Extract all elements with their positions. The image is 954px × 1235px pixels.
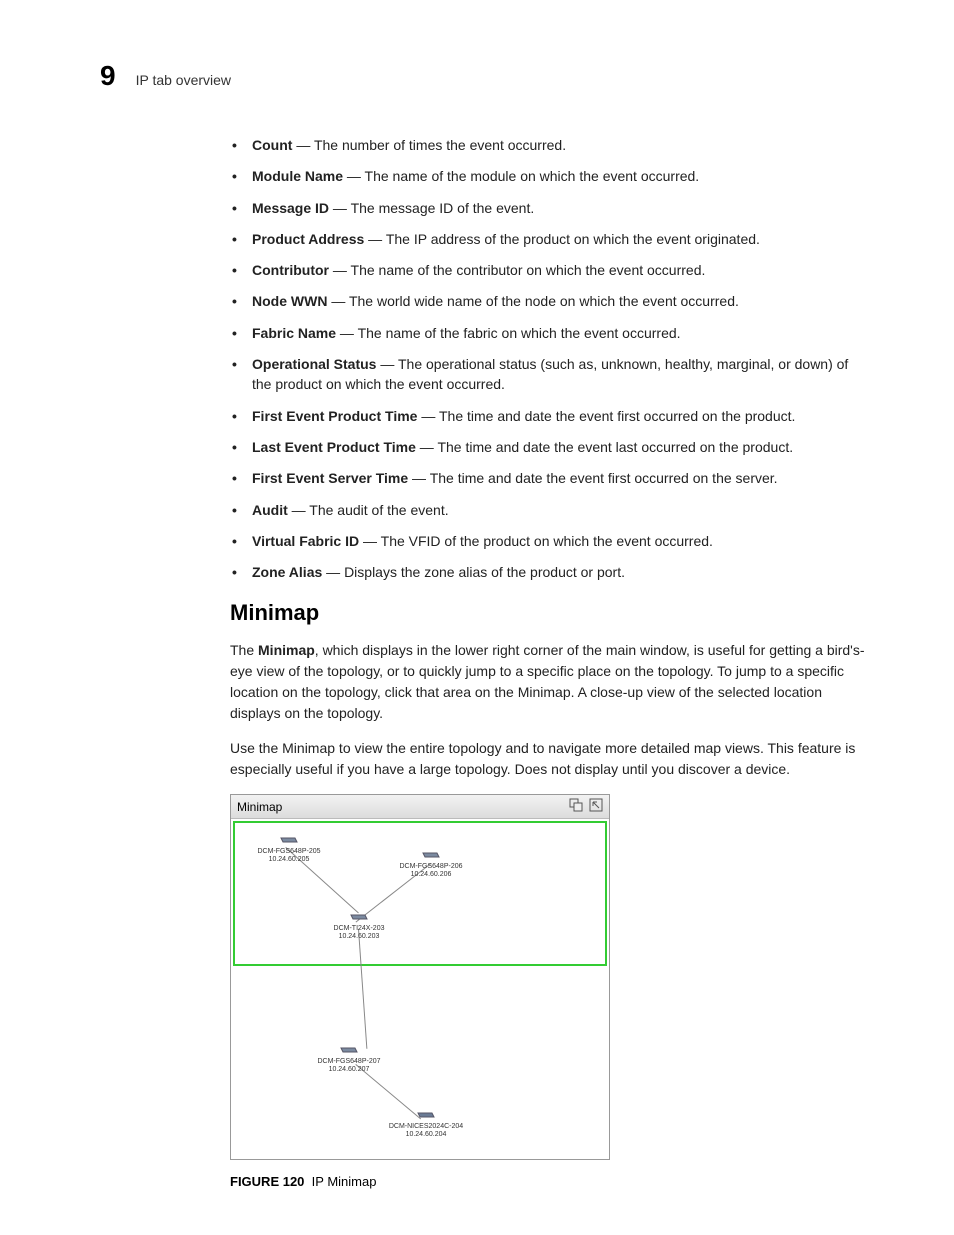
- desc: The world wide name of the node on which…: [349, 293, 739, 309]
- desc: The audit of the event.: [309, 502, 448, 518]
- topology-node[interactable]: DCM-FGS648P-205 10.24.60.205: [249, 834, 329, 863]
- cascade-icon[interactable]: [569, 798, 583, 815]
- term: Message ID: [252, 200, 329, 216]
- minimap-canvas[interactable]: DCM-FGS648P-205 10.24.60.205 DCM-FGS648P…: [231, 819, 609, 1159]
- term: First Event Product Time: [252, 408, 417, 424]
- list-item: Operational Status — The operational sta…: [252, 354, 870, 395]
- term: Count: [252, 137, 292, 153]
- text: , which displays in the lower right corn…: [230, 642, 865, 721]
- term: Module Name: [252, 168, 343, 184]
- term: Product Address: [252, 231, 364, 247]
- desc: The message ID of the event.: [351, 200, 535, 216]
- switch-icon: [339, 1044, 359, 1056]
- list-item: Module Name — The name of the module on …: [252, 166, 870, 186]
- term: Audit: [252, 502, 288, 518]
- minimap-titlebar: Minimap: [231, 795, 609, 819]
- page-content: Count — The number of times the event oc…: [230, 135, 870, 1189]
- desc: The VFID of the product on which the eve…: [381, 533, 713, 549]
- desc: The name of the fabric on which the even…: [358, 325, 681, 341]
- figure: Minimap: [230, 794, 870, 1189]
- topology-node[interactable]: DCM-FGS648P-206 10.24.60.206: [391, 849, 471, 878]
- node-name: DCM-FGS648P-206: [391, 863, 471, 871]
- desc: The time and date the event first occurr…: [430, 470, 778, 486]
- switch-icon: [279, 834, 299, 846]
- figure-caption: FIGURE 120 IP Minimap: [230, 1174, 870, 1189]
- list-item: Contributor — The name of the contributo…: [252, 260, 870, 280]
- switch-icon: [421, 849, 441, 861]
- desc: Displays the zone alias of the product o…: [344, 564, 625, 580]
- list-item: Node WWN — The world wide name of the no…: [252, 291, 870, 311]
- term: Virtual Fabric ID: [252, 533, 359, 549]
- list-item: Count — The number of times the event oc…: [252, 135, 870, 155]
- node-ip: 10.24.60.203: [319, 933, 399, 941]
- node-name: DCM-TI24X-203: [319, 925, 399, 933]
- paragraph: Use the Minimap to view the entire topol…: [230, 738, 870, 780]
- desc: The name of the contributor on which the…: [351, 262, 706, 278]
- text: The: [230, 642, 258, 658]
- section-heading: Minimap: [230, 600, 870, 626]
- node-ip: 10.24.60.205: [249, 856, 329, 864]
- list-item: Product Address — The IP address of the …: [252, 229, 870, 249]
- topology-node[interactable]: DCM-TI24X-203 10.24.60.203: [319, 911, 399, 940]
- desc: The number of times the event occurred.: [314, 137, 566, 153]
- header-title: IP tab overview: [136, 72, 231, 88]
- switch-icon: [349, 911, 369, 923]
- minimap-title: Minimap: [237, 800, 282, 814]
- list-item: First Event Server Time — The time and d…: [252, 468, 870, 488]
- list-item: Audit — The audit of the event.: [252, 500, 870, 520]
- list-item: Last Event Product Time — The time and d…: [252, 437, 870, 457]
- restore-icon[interactable]: [589, 798, 603, 815]
- term: Node WWN: [252, 293, 327, 309]
- desc: The time and date the event last occurre…: [437, 439, 793, 455]
- list-item: Message ID — The message ID of the event…: [252, 198, 870, 218]
- list-item: Virtual Fabric ID — The VFID of the prod…: [252, 531, 870, 551]
- term: First Event Server Time: [252, 470, 408, 486]
- node-name: DCM-FGS648P-207: [309, 1058, 389, 1066]
- chapter-number: 9: [100, 60, 116, 92]
- paragraph: The Minimap, which displays in the lower…: [230, 640, 870, 724]
- node-ip: 10.24.60.204: [381, 1131, 471, 1139]
- node-ip: 10.24.60.207: [309, 1066, 389, 1074]
- node-name: DCM-NICES2024C-204: [381, 1123, 471, 1131]
- figure-number: FIGURE 120: [230, 1174, 304, 1189]
- term: Operational Status: [252, 356, 376, 372]
- desc: The name of the module on which the even…: [365, 168, 700, 184]
- list-item: Zone Alias — Displays the zone alias of …: [252, 562, 870, 582]
- node-name: DCM-FGS648P-205: [249, 848, 329, 856]
- minimap-toolbar: [569, 798, 603, 815]
- topology-node[interactable]: DCM-NICES2024C-204 10.24.60.204: [381, 1109, 471, 1138]
- figure-title: IP Minimap: [312, 1174, 377, 1189]
- topology-node[interactable]: DCM-FGS648P-207 10.24.60.207: [309, 1044, 389, 1073]
- bold-term: Minimap: [258, 642, 315, 658]
- node-ip: 10.24.60.206: [391, 871, 471, 879]
- list-item: First Event Product Time — The time and …: [252, 406, 870, 426]
- desc: The IP address of the product on which t…: [386, 231, 760, 247]
- term: Zone Alias: [252, 564, 322, 580]
- term: Last Event Product Time: [252, 439, 416, 455]
- definition-list: Count — The number of times the event oc…: [230, 135, 870, 582]
- term: Contributor: [252, 262, 329, 278]
- switch-icon: [416, 1109, 436, 1121]
- minimap-panel: Minimap: [230, 794, 610, 1160]
- page-header: 9 IP tab overview: [100, 60, 231, 92]
- list-item: Fabric Name — The name of the fabric on …: [252, 323, 870, 343]
- desc: The time and date the event first occurr…: [439, 408, 795, 424]
- term: Fabric Name: [252, 325, 336, 341]
